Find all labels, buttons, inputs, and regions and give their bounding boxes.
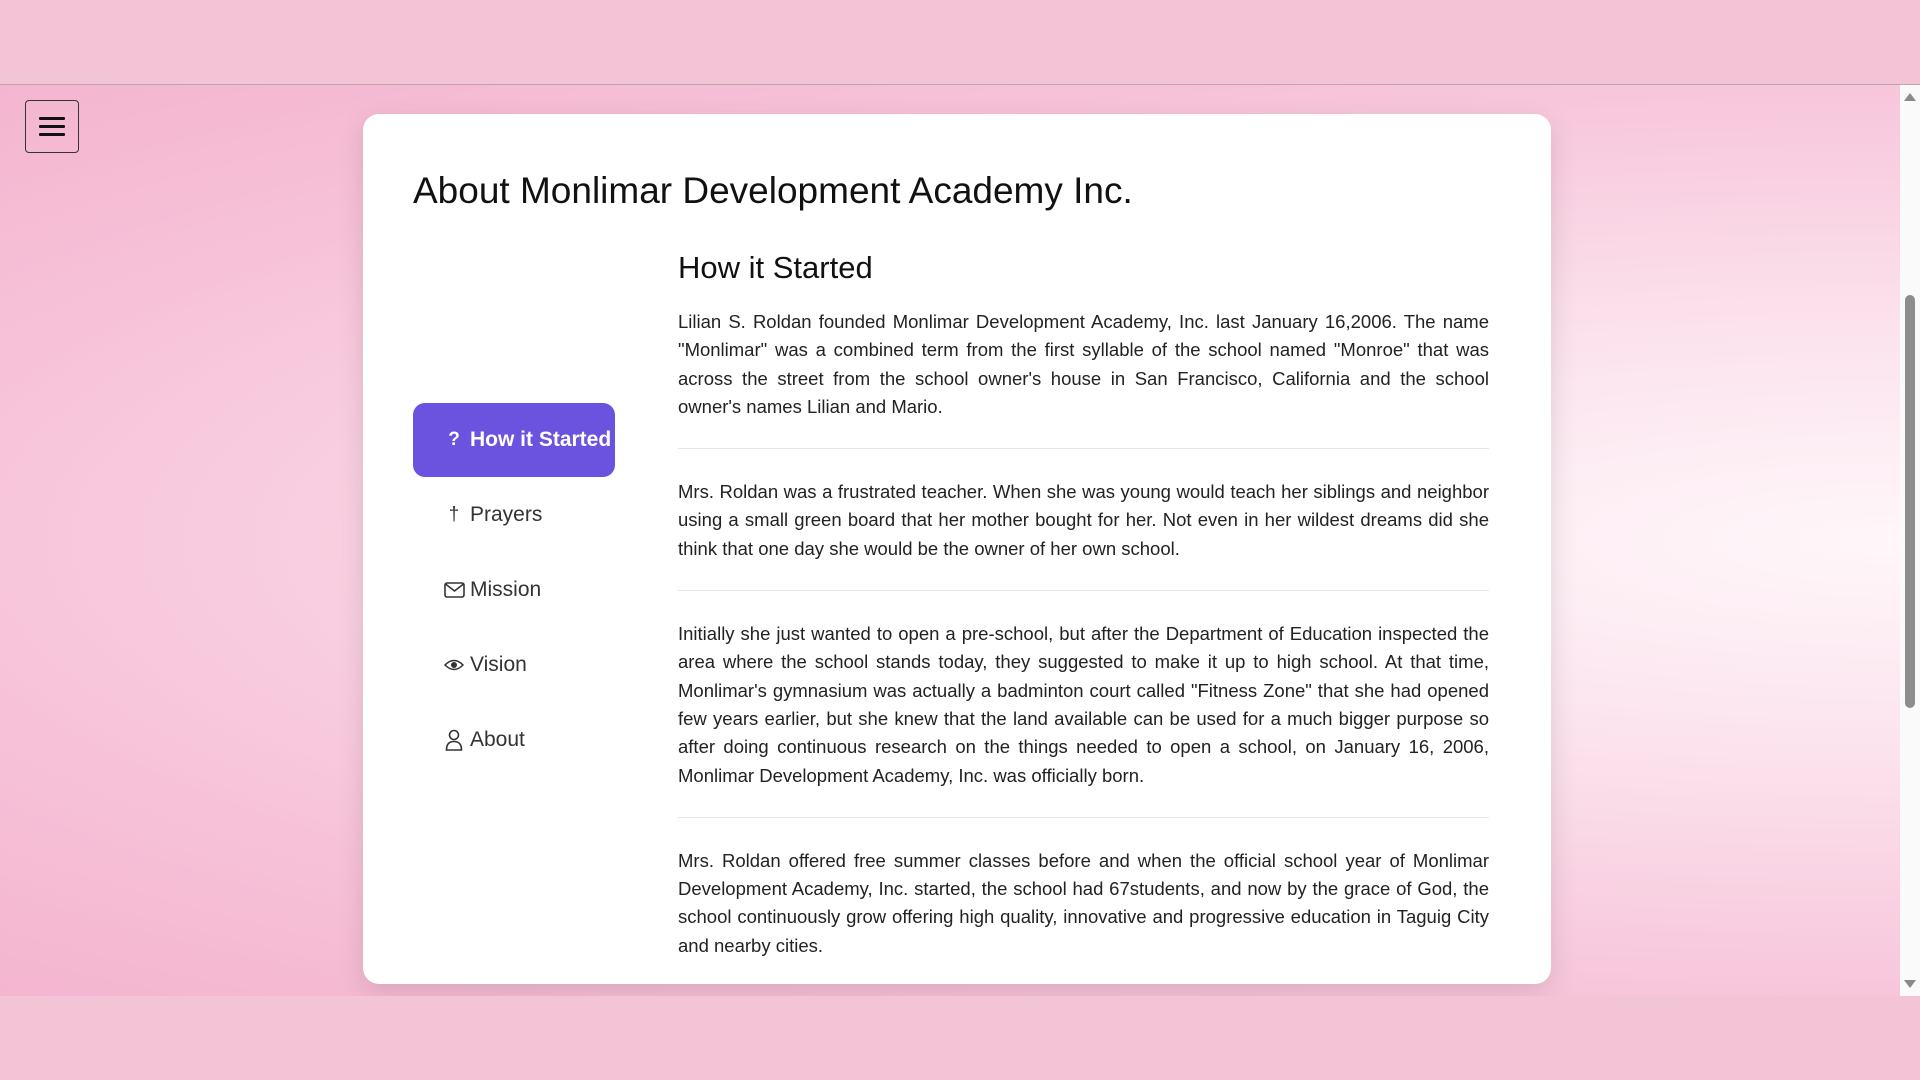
divider — [678, 448, 1489, 450]
nav-item-how-it-started[interactable]: ? How it Started — [413, 403, 615, 477]
about-card: About Monlimar Development Academy Inc. … — [363, 114, 1551, 984]
side-nav: ? How it Started † Prayers Mission Visio… — [413, 403, 615, 778]
vertical-scrollbar[interactable] — [1900, 85, 1920, 996]
paragraph: Mrs. Roldan offered free summer classes … — [678, 849, 1489, 956]
section-heading: How it Started — [678, 250, 873, 285]
nav-item-mission[interactable]: Mission — [413, 553, 615, 627]
envelope-icon — [443, 582, 465, 598]
scrollbar-thumb[interactable] — [1905, 295, 1915, 708]
nav-item-label: Vision — [470, 653, 527, 676]
paragraph: Lilian S. Roldan founded Monlimar Develo… — [678, 311, 1489, 417]
person-icon — [443, 729, 465, 751]
nav-item-prayers[interactable]: † Prayers — [413, 478, 615, 552]
page-title: About Monlimar Development Academy Inc. — [413, 170, 1133, 211]
menu-button[interactable] — [25, 100, 79, 153]
question-icon: ? — [448, 429, 460, 450]
section-content: How it Started Lilian S. Roldan founded … — [678, 250, 1489, 960]
eye-icon — [443, 658, 465, 672]
divider — [678, 590, 1489, 592]
divider — [678, 816, 1489, 818]
cross-icon: † — [448, 504, 460, 525]
scroll-up-arrow-icon[interactable] — [1904, 93, 1916, 101]
paragraph: Mrs. Roldan was a frustrated teacher. Wh… — [678, 481, 1489, 559]
nav-item-label: How it Started — [470, 428, 612, 451]
nav-item-label: About — [470, 728, 525, 751]
paragraph: Initially she just wanted to open a pre-… — [678, 623, 1489, 786]
nav-item-label: Prayers — [470, 503, 543, 526]
browser-top-area — [0, 0, 1920, 85]
scroll-down-arrow-icon[interactable] — [1904, 980, 1916, 988]
browser-bottom-area — [0, 996, 1920, 1080]
page-viewport: About Monlimar Development Academy Inc. … — [0, 85, 1900, 996]
nav-item-label: Mission — [470, 578, 542, 601]
nav-item-vision[interactable]: Vision — [413, 628, 615, 702]
hamburger-menu-icon — [39, 117, 65, 120]
nav-item-about[interactable]: About — [413, 703, 615, 777]
